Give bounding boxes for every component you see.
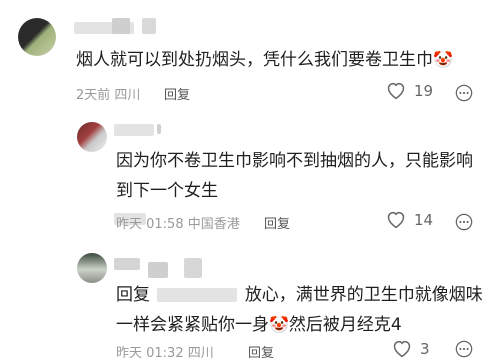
comment-time: 昨天 01:58 bbox=[116, 217, 184, 232]
reply-button[interactable]: 回复 bbox=[264, 213, 290, 232]
like-button[interactable]: 3 bbox=[392, 340, 430, 358]
reply-prefix[interactable]: 回复 bbox=[116, 285, 150, 305]
like-count: 3 bbox=[420, 340, 430, 358]
ellipsis-circle-icon[interactable] bbox=[455, 84, 473, 102]
comment-meta: 昨天 01:32 四川 bbox=[116, 342, 214, 358]
comment-time: 2天前 bbox=[76, 88, 111, 103]
username-blurred bbox=[148, 262, 168, 278]
heart-outline-icon bbox=[387, 211, 405, 229]
heart-outline-icon bbox=[387, 82, 405, 100]
like-count: 19 bbox=[414, 82, 434, 100]
avatar[interactable] bbox=[77, 253, 107, 283]
comment-location: 四川 bbox=[187, 346, 214, 358]
comment-location: 四川 bbox=[114, 88, 141, 103]
like-button[interactable]: 19 bbox=[386, 82, 433, 100]
username-blurred bbox=[184, 258, 202, 278]
comment-meta: 2天前 四川 bbox=[76, 84, 140, 103]
username-blurred[interactable] bbox=[114, 258, 140, 270]
reply-button[interactable]: 回复 bbox=[248, 342, 274, 358]
username-blurred bbox=[112, 18, 130, 34]
username-blurred bbox=[142, 18, 156, 34]
comment-meta: 昨天 01:58 中国香港 bbox=[116, 213, 240, 232]
comment-thread: 烟人就可以到处扔烟头，凭什么我们要卷卫生巾🤡 2天前 四川 回复 19 因为你不… bbox=[0, 0, 500, 358]
comment-time: 昨天 01:32 bbox=[116, 346, 184, 358]
avatar[interactable] bbox=[18, 18, 56, 56]
clown-emoji-icon: 🤡 bbox=[269, 315, 289, 334]
clown-emoji-icon: 🤡 bbox=[433, 50, 453, 69]
comment-text[interactable]: 因为你不卷卫生巾影响不到抽烟的人，只能影响 到下一个女生 bbox=[116, 146, 473, 206]
comment-text[interactable]: 烟人就可以到处扔烟头，凭什么我们要卷卫生巾🤡 bbox=[76, 45, 453, 75]
heart-outline-icon bbox=[393, 340, 411, 358]
mention-blurred[interactable] bbox=[157, 288, 238, 302]
ellipsis-circle-icon[interactable] bbox=[455, 340, 473, 358]
ellipsis-circle-icon[interactable] bbox=[455, 213, 473, 231]
username-blurred[interactable] bbox=[114, 124, 154, 136]
comment-text[interactable]: 回复 放心，满世界的卫生巾就像烟味 一样会紧紧贴你一身🤡然后被月经克4 bbox=[116, 280, 483, 340]
like-button[interactable]: 14 bbox=[386, 211, 433, 229]
username-blurred bbox=[157, 124, 161, 134]
reply-button[interactable]: 回复 bbox=[164, 84, 190, 103]
avatar[interactable] bbox=[77, 122, 107, 152]
like-count: 14 bbox=[414, 211, 434, 229]
comment-location: 中国香港 bbox=[187, 217, 240, 232]
